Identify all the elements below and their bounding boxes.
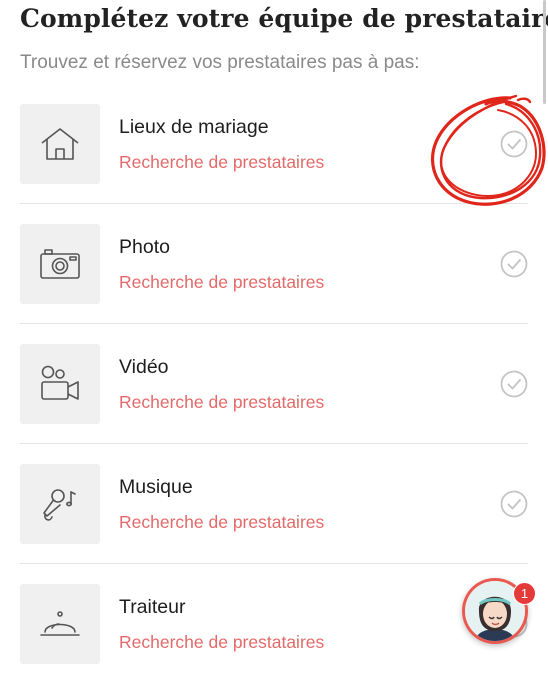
vendor-name: Vidéo bbox=[119, 356, 169, 378]
camera-icon bbox=[40, 249, 80, 279]
search-vendors-link[interactable]: Recherche de prestataires bbox=[119, 512, 324, 533]
page-title: Complétez votre équipe de prestataires bbox=[20, 4, 548, 33]
check-circle-icon[interactable] bbox=[500, 250, 528, 278]
search-vendors-link[interactable]: Recherche de prestataires bbox=[119, 392, 324, 413]
vendor-thumbnail bbox=[20, 224, 100, 304]
check-circle-icon[interactable] bbox=[500, 370, 528, 398]
vendor-name: Photo bbox=[119, 236, 170, 258]
page-subtitle: Trouvez et réservez vos prestataires pas… bbox=[20, 52, 420, 73]
vendor-thumbnail bbox=[20, 464, 100, 544]
vendor-name: Lieux de mariage bbox=[119, 116, 269, 138]
cloche-icon bbox=[40, 611, 80, 636]
search-vendors-link[interactable]: Recherche de prestataires bbox=[119, 272, 324, 293]
vendor-name: Musique bbox=[119, 476, 193, 498]
check-circle-icon[interactable] bbox=[500, 130, 528, 158]
microphone-music-icon bbox=[43, 489, 76, 521]
vendor-row-music[interactable]: Musique Recherche de prestataires bbox=[0, 444, 548, 564]
video-camera-icon bbox=[41, 365, 79, 400]
check-circle-icon[interactable] bbox=[500, 490, 528, 518]
house-icon bbox=[41, 128, 79, 160]
vendor-name: Traiteur bbox=[119, 596, 186, 618]
vendor-row-venue[interactable]: Lieux de mariage Recherche de prestatair… bbox=[0, 84, 548, 204]
vendor-thumbnail bbox=[20, 344, 100, 424]
vendor-thumbnail bbox=[20, 104, 100, 184]
vendor-row-video[interactable]: Vidéo Recherche de prestataires bbox=[0, 324, 548, 444]
search-vendors-link[interactable]: Recherche de prestataires bbox=[119, 152, 324, 173]
notification-badge: 1 bbox=[513, 582, 536, 605]
vendor-row-photo[interactable]: Photo Recherche de prestataires bbox=[0, 204, 548, 324]
vendor-thumbnail bbox=[20, 584, 100, 664]
